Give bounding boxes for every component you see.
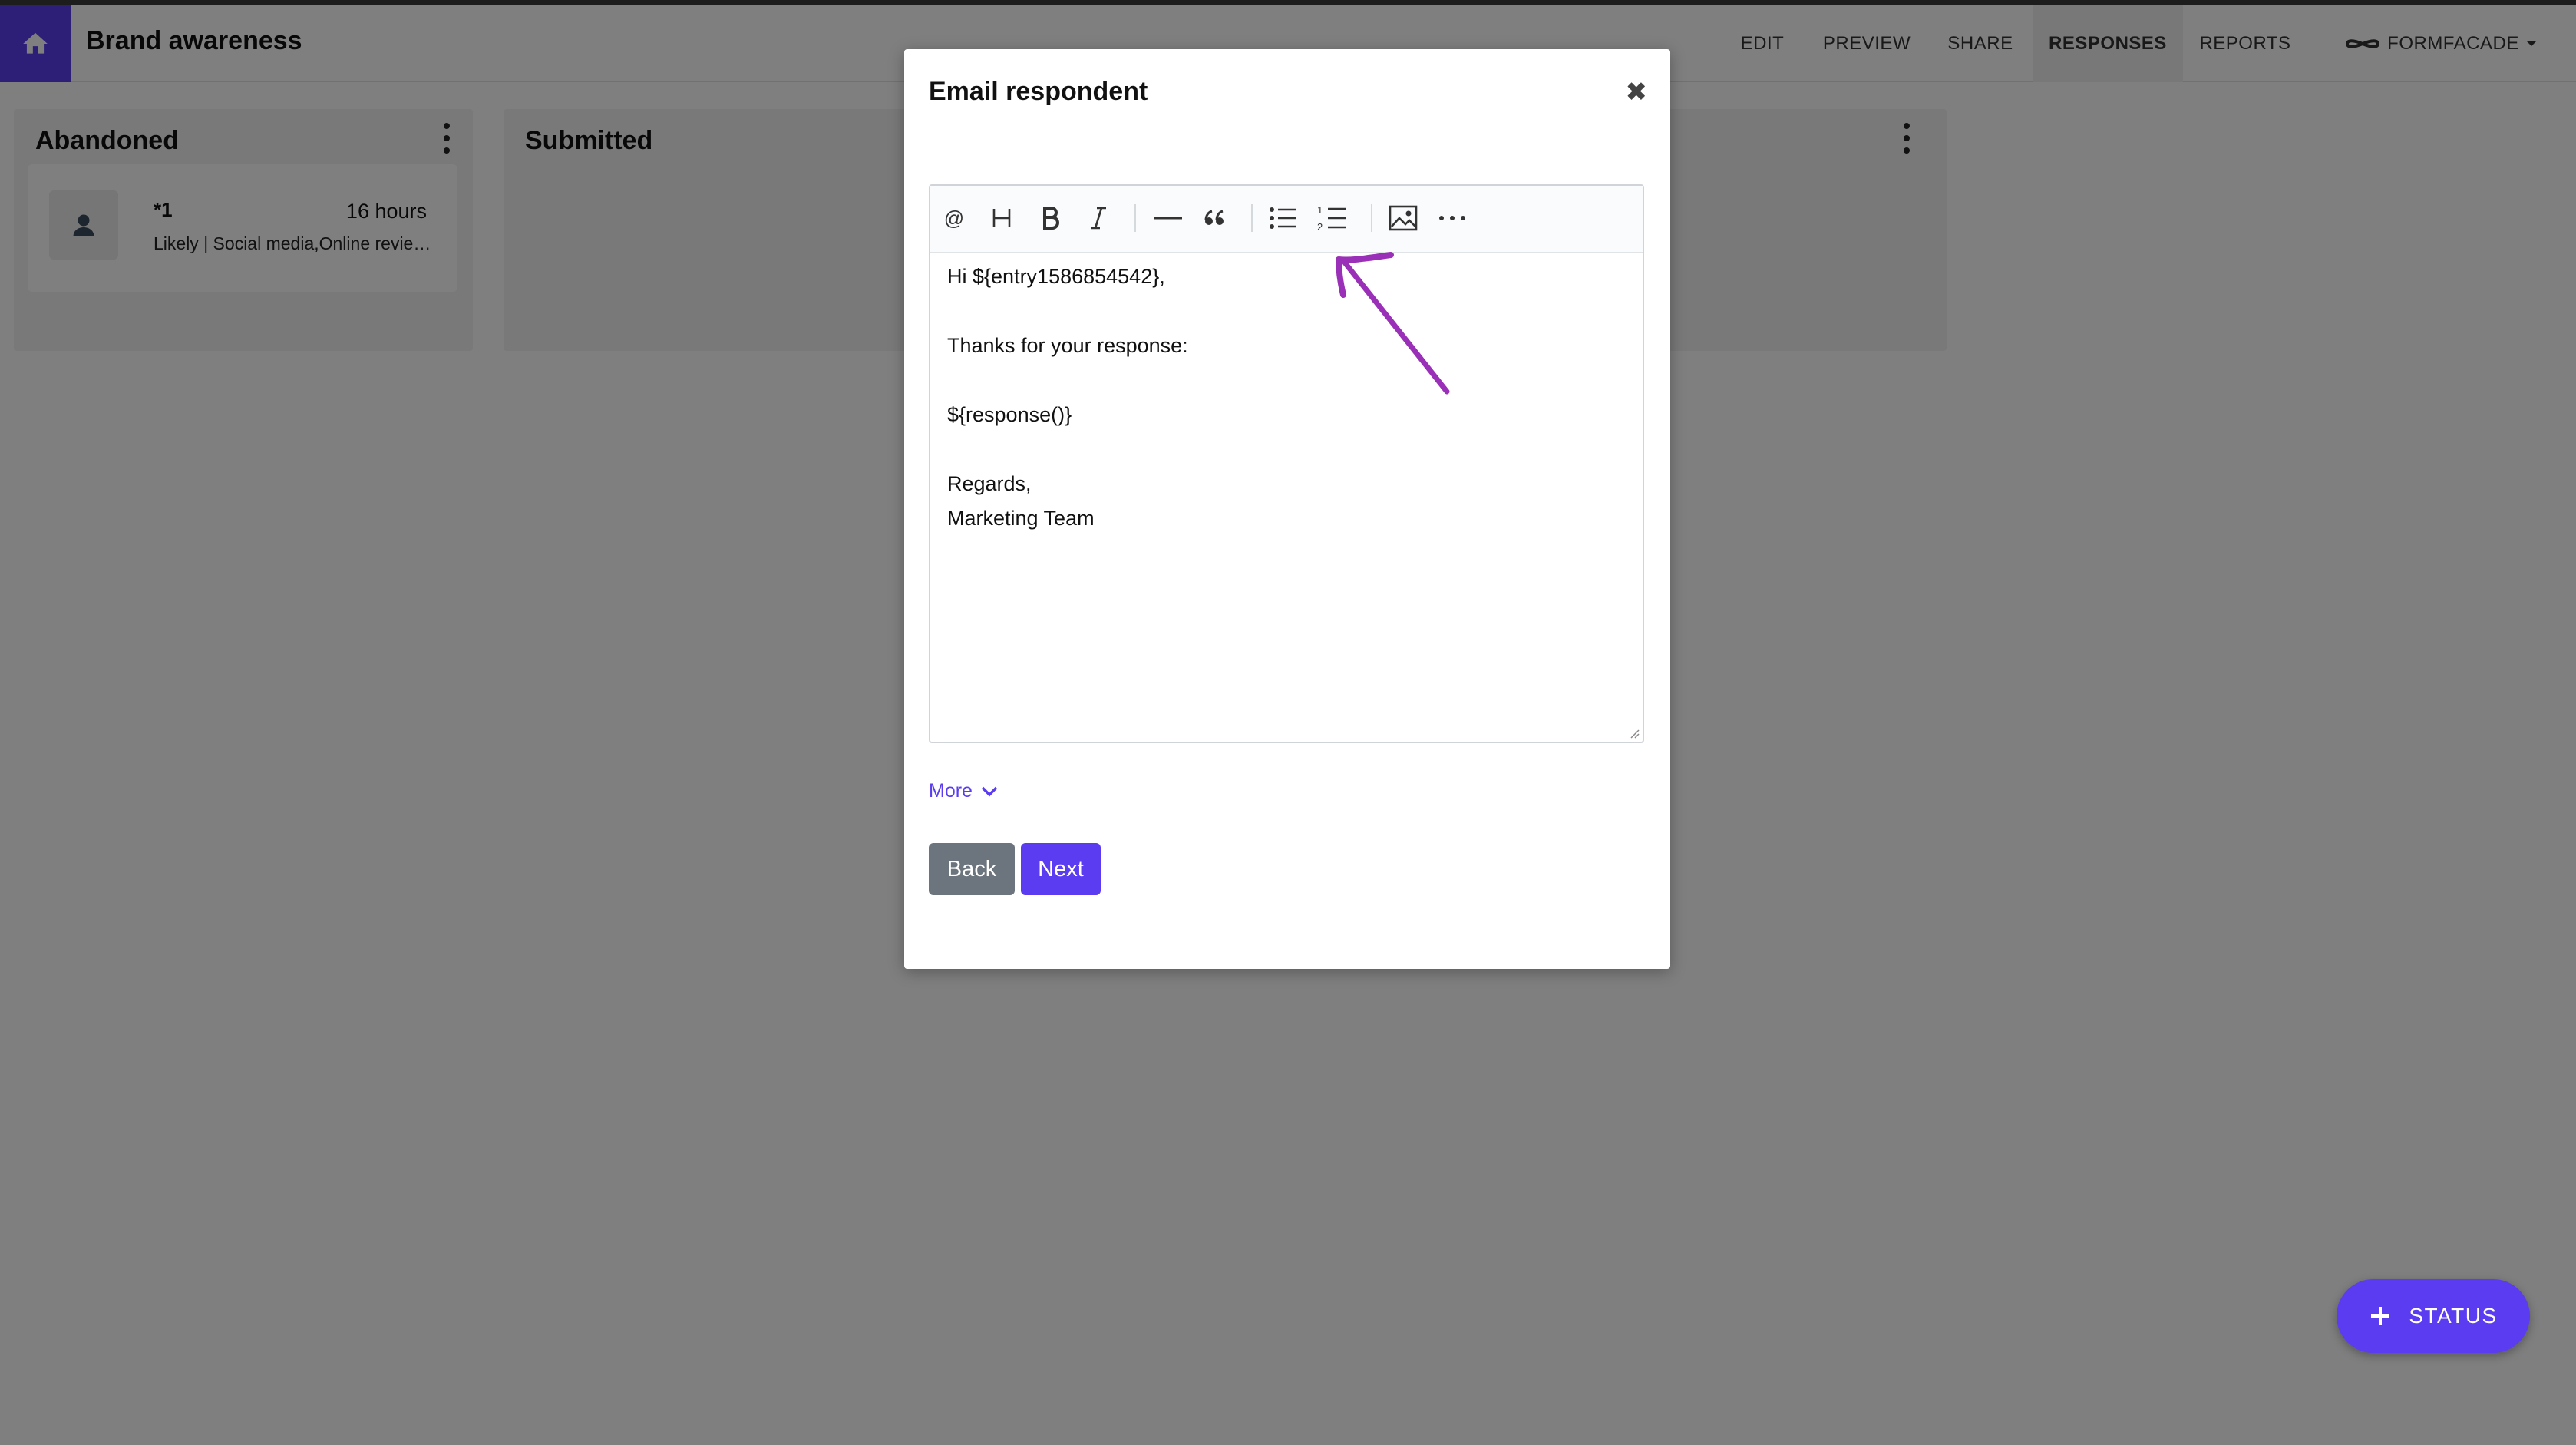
toolbar-divider xyxy=(1251,204,1253,232)
resize-handle-icon[interactable] xyxy=(1629,728,1640,739)
fab-label: STATUS xyxy=(2409,1304,2498,1328)
next-button[interactable]: Next xyxy=(1021,843,1101,895)
more-label: More xyxy=(929,780,973,802)
editor-line: Regards, xyxy=(947,472,1032,495)
more-options-icon[interactable] xyxy=(1437,201,1468,235)
close-icon[interactable]: ✖ xyxy=(1626,77,1648,107)
plus-icon xyxy=(2371,1307,2390,1325)
mention-icon[interactable]: @ xyxy=(943,201,966,235)
back-button[interactable]: Back xyxy=(929,843,1015,895)
quote-icon[interactable] xyxy=(1202,201,1228,235)
more-toggle[interactable]: More xyxy=(929,780,999,802)
editor-line xyxy=(947,363,1623,398)
chevron-down-icon xyxy=(981,786,998,796)
dialog-title: Email respondent xyxy=(929,77,1148,106)
add-status-button[interactable]: STATUS xyxy=(2337,1279,2530,1353)
editor-line xyxy=(947,432,1623,467)
editor-line: Thanks for your response: xyxy=(947,334,1188,357)
email-respondent-dialog: Email respondent ✖ @ 1 2 Hi ${entry15868… xyxy=(904,49,1670,969)
email-editor[interactable]: @ 12 Hi ${entry1586854542}, Thanks for y… xyxy=(929,184,1644,743)
toolbar-divider xyxy=(1134,204,1136,232)
annotation-arrow-icon xyxy=(1336,252,1450,395)
heading-icon[interactable] xyxy=(989,201,1015,235)
editor-line: ${response()} xyxy=(947,403,1072,426)
bullet-list-icon[interactable] xyxy=(1268,201,1299,235)
svg-text:1: 1 xyxy=(1317,204,1323,216)
svg-text:2: 2 xyxy=(1317,221,1323,233)
bold-icon[interactable] xyxy=(1038,201,1064,235)
editor-toolbar: @ 12 xyxy=(930,186,1643,253)
editor-line: Hi ${entry1586854542}, xyxy=(947,265,1165,288)
editor-line: Marketing Team xyxy=(947,507,1095,530)
image-icon[interactable] xyxy=(1388,201,1418,235)
toolbar-divider xyxy=(1371,204,1372,232)
horizontal-rule-icon[interactable] xyxy=(1153,201,1184,235)
editor-content[interactable]: Hi ${entry1586854542}, Thanks for your r… xyxy=(947,260,1623,536)
numbered-list-icon[interactable]: 12 xyxy=(1317,201,1348,235)
editor-line xyxy=(947,294,1623,329)
italic-icon[interactable] xyxy=(1087,201,1110,235)
